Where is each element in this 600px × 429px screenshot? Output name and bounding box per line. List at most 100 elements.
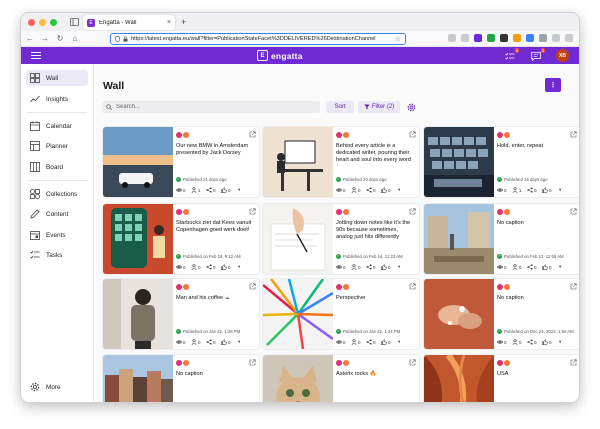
sidebar-item-board[interactable]: Board <box>26 159 88 175</box>
sidebar-item-calendar[interactable]: Calendar <box>26 118 88 134</box>
post-thumbnail[interactable] <box>263 204 333 274</box>
views-count: 0 <box>343 339 346 345</box>
reach-metric: 0 <box>351 264 366 270</box>
brand-logo[interactable]: E engatta <box>257 50 303 61</box>
view-settings-gear-icon[interactable] <box>405 101 417 113</box>
sidebar-item-events[interactable]: Events <box>26 227 88 243</box>
address-bar[interactable]: https://latest.engatta.eu/wall?filter=Pu… <box>110 33 406 45</box>
post-card[interactable]: Perspective ✓ Published on Jan 22, 1:24 PM… <box>263 279 419 349</box>
close-window-button[interactable] <box>28 18 35 26</box>
home-icon[interactable]: ⌂ <box>69 33 81 45</box>
post-card[interactable]: No caption ✓ Published on Dec 24, 2023, 1:… <box>424 279 579 349</box>
search-box[interactable] <box>102 101 320 113</box>
extension-green-icon[interactable] <box>487 34 495 42</box>
extension-blue-icon[interactable] <box>526 34 534 42</box>
minimize-window-button[interactable] <box>39 18 46 26</box>
post-card[interactable]: Asterix rocks 🔥✓Published on Dec 15, 202… <box>263 355 419 402</box>
metrics-expand-chevron-icon[interactable]: ▾ <box>398 339 400 345</box>
extension-dark-icon[interactable] <box>500 34 508 42</box>
post-card[interactable]: Starbucks ziet dat Kees vanuit Copenhage… <box>103 204 259 274</box>
metrics-expand-chevron-icon[interactable]: ▾ <box>559 264 561 270</box>
open-external-icon[interactable] <box>408 130 416 138</box>
hamburger-menu-icon[interactable] <box>31 52 41 59</box>
post-thumbnail[interactable] <box>103 279 173 349</box>
open-external-icon[interactable] <box>569 282 577 290</box>
bookmark-star-icon[interactable]: ☆ <box>395 35 401 43</box>
metrics-expand-chevron-icon[interactable]: ▾ <box>398 264 400 270</box>
open-external-icon[interactable] <box>408 207 416 215</box>
metrics-expand-chevron-icon[interactable]: ▾ <box>559 339 561 345</box>
user-avatar[interactable]: XB <box>556 49 569 62</box>
open-external-icon[interactable] <box>408 358 416 366</box>
sidebar-item-label: Wall <box>46 74 59 82</box>
extension-icon[interactable] <box>474 34 482 42</box>
extensions-toolbar <box>448 34 573 42</box>
sidebar-item-tasks[interactable]: Tasks <box>26 247 88 263</box>
sort-button[interactable]: Sort <box>326 101 354 113</box>
post-card[interactable]: Jotting down notes like it's the 90s bec… <box>263 204 419 274</box>
post-thumbnail[interactable] <box>424 127 494 197</box>
filter-button[interactable]: Filter (2) <box>358 101 400 113</box>
post-card[interactable]: Behind every article is a dedicated writ… <box>263 127 419 197</box>
post-thumbnail[interactable] <box>424 355 494 402</box>
post-card[interactable]: USA✓Published on Dec 15, 2023, 3:39 PM00… <box>424 355 579 402</box>
maximize-window-button[interactable] <box>50 18 57 26</box>
shares-count: 0 <box>373 339 376 345</box>
post-card[interactable]: No caption✓Published on Dec 23, 2023, 5:… <box>103 355 259 402</box>
open-external-icon[interactable] <box>569 130 577 138</box>
post-thumbnail[interactable] <box>103 355 173 402</box>
open-external-icon[interactable] <box>569 207 577 215</box>
metrics-expand-chevron-icon[interactable]: ▾ <box>559 187 561 193</box>
search-input[interactable] <box>116 104 306 110</box>
open-external-icon[interactable] <box>248 282 256 290</box>
open-external-icon[interactable] <box>248 358 256 366</box>
tab-close-icon[interactable]: × <box>167 19 171 26</box>
back-arrow-icon[interactable]: ← <box>24 33 36 45</box>
extensions-puzzle-icon[interactable] <box>552 34 560 42</box>
open-external-icon[interactable] <box>569 358 577 366</box>
sidebar-item-collections[interactable]: Collections <box>26 186 88 202</box>
post-thumbnail[interactable] <box>263 355 333 402</box>
sidebar-item-content[interactable]: Content <box>26 206 88 222</box>
post-card[interactable]: No caption ✓ Published on Feb 12, 11:56 AM… <box>424 204 579 274</box>
reload-icon[interactable]: ↻ <box>54 33 66 45</box>
share-icon <box>527 264 533 270</box>
post-card[interactable]: Our new BMW in Amsterdam presented by Ja… <box>103 127 259 197</box>
reach-metric: 0 <box>191 264 206 270</box>
extension-gray-icon[interactable] <box>539 34 547 42</box>
extension-orange-icon[interactable] <box>513 34 521 42</box>
notifications-checklist-icon[interactable]: 3 <box>504 48 519 61</box>
metrics-expand-chevron-icon[interactable]: ▾ <box>238 187 240 193</box>
post-thumbnail[interactable] <box>263 279 333 349</box>
post-thumbnail[interactable] <box>103 127 173 197</box>
post-thumbnail[interactable] <box>424 279 494 349</box>
metrics-expand-chevron-icon[interactable]: ▾ <box>238 339 240 345</box>
new-tab-icon[interactable]: + <box>181 16 186 28</box>
post-card[interactable]: Man and his coffee ☕ ✓ Published on Jan 22… <box>103 279 259 349</box>
forward-arrow-icon[interactable]: → <box>39 33 51 45</box>
post-thumbnail[interactable] <box>103 204 173 274</box>
published-check-icon: ✓ <box>497 177 502 182</box>
sidebar-item-planner[interactable]: Planner <box>26 138 88 154</box>
sidebar-item-wall[interactable]: Wall <box>26 70 88 86</box>
more-options-button[interactable]: ⋮ <box>545 78 561 92</box>
messages-icon[interactable]: 2 <box>530 48 545 61</box>
sidebar-item-more[interactable]: More <box>26 379 88 395</box>
download-icon[interactable] <box>461 34 469 42</box>
app-menu-icon[interactable] <box>565 34 573 42</box>
post-metrics: 0 0 0 0 ▾ <box>497 339 578 345</box>
post-thumbnail[interactable] <box>424 204 494 274</box>
metrics-expand-chevron-icon[interactable]: ▾ <box>238 264 240 270</box>
open-external-icon[interactable] <box>408 282 416 290</box>
browser-tab-engatta[interactable]: E Engatta - Wall × <box>83 15 175 30</box>
search-icon <box>106 104 112 110</box>
sidebar-item-insights[interactable]: Insights <box>26 91 88 107</box>
sidebar-item-label: Tasks <box>46 251 63 259</box>
post-card[interactable]: Hold, enter, repeat ✓ Published 15 days ag… <box>424 127 579 197</box>
open-external-icon[interactable] <box>248 130 256 138</box>
open-external-icon[interactable] <box>248 207 256 215</box>
pocket-icon[interactable] <box>448 34 456 42</box>
metrics-expand-chevron-icon[interactable]: ▾ <box>398 187 400 193</box>
sidebar-toggle-icon[interactable] <box>69 17 79 27</box>
post-thumbnail[interactable] <box>263 127 333 197</box>
